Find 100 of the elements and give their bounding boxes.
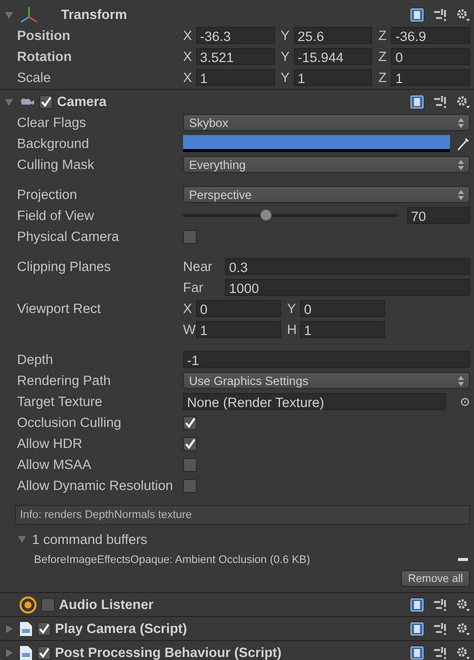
number-field[interactable]: 1 xyxy=(300,321,385,338)
dropdown[interactable]: Perspective xyxy=(183,186,470,203)
property-label: Clear Flags xyxy=(17,115,88,130)
number-field[interactable]: -36.9 xyxy=(391,27,470,44)
remove-icon[interactable] xyxy=(458,558,468,562)
help-icon[interactable] xyxy=(410,8,424,22)
up-down-arrows-icon xyxy=(458,118,464,128)
number-field[interactable]: 0 xyxy=(391,48,470,65)
property-label: Allow HDR xyxy=(17,436,84,451)
slider-thumb[interactable] xyxy=(260,209,272,221)
settings-icon[interactable] xyxy=(456,8,470,22)
number-field[interactable]: -36.3 xyxy=(196,27,275,44)
number-field[interactable]: 1 xyxy=(196,69,275,86)
property-label: Projection xyxy=(17,187,78,202)
checkbox[interactable] xyxy=(183,478,197,492)
settings-icon[interactable] xyxy=(456,622,470,636)
checkbox[interactable] xyxy=(41,598,55,612)
axis-label: X xyxy=(183,28,194,43)
preset-icon[interactable] xyxy=(433,598,447,612)
checkbox[interactable] xyxy=(183,458,197,472)
number-field[interactable]: -15.944 xyxy=(294,48,372,65)
color-field[interactable] xyxy=(183,135,450,152)
settings-icon[interactable] xyxy=(456,646,470,660)
number-field[interactable]: 70 xyxy=(407,207,470,224)
number-field[interactable]: 3.521 xyxy=(196,48,275,65)
axis-label: X xyxy=(183,301,194,316)
number-field[interactable]: 1 xyxy=(196,321,281,338)
dropdown[interactable]: Use Graphics Settings xyxy=(183,372,470,389)
property-label: Clipping Planes xyxy=(17,259,112,274)
property-label: Viewport Rect xyxy=(17,301,102,316)
component-title: Camera xyxy=(57,94,107,109)
property-label: Target Texture xyxy=(17,394,104,409)
up-down-arrows-icon xyxy=(458,376,464,386)
axis-label: X xyxy=(183,49,194,64)
axis-label: Y xyxy=(280,28,291,43)
object-picker-icon[interactable] xyxy=(460,396,470,406)
axis-label: Y xyxy=(280,70,291,85)
checkbox[interactable] xyxy=(183,416,197,430)
number-field[interactable]: -1 xyxy=(183,351,470,368)
preset-icon[interactable] xyxy=(433,646,447,660)
component-header[interactable]: Post Processing Behaviour (Script) xyxy=(0,642,474,660)
axis-label: H xyxy=(287,322,298,337)
help-icon[interactable] xyxy=(410,598,424,612)
field-label: Near xyxy=(183,259,214,274)
preset-icon[interactable] xyxy=(433,94,447,108)
command-buffer-entry: BeforeImageEffectsOpaque: Ambient Occlusion (0.6 KB) xyxy=(34,554,310,566)
axis-label: Z xyxy=(378,49,388,64)
component-header[interactable]: Play Camera (Script) xyxy=(0,618,474,639)
property-label: Field of View xyxy=(17,208,96,223)
number-field[interactable]: 1000 xyxy=(225,279,470,296)
camera-icon xyxy=(19,96,35,108)
remove-all-button[interactable]: Remove all xyxy=(400,570,470,587)
property-label: Rotation xyxy=(17,49,73,64)
property-label: Scale xyxy=(17,70,52,85)
dropdown[interactable]: Everything xyxy=(183,156,470,173)
property-label: Rendering Path xyxy=(17,373,112,388)
component-header[interactable]: Audio Listener xyxy=(0,594,474,615)
dropdown[interactable]: Skybox xyxy=(183,114,470,131)
preset-icon[interactable] xyxy=(433,622,447,636)
preset-icon[interactable] xyxy=(433,8,447,22)
field-label: Far xyxy=(183,280,204,295)
foldout-label[interactable]: 1 command buffers xyxy=(32,532,148,546)
property-label: Culling Mask xyxy=(17,157,96,172)
component-title: Post Processing Behaviour (Script) xyxy=(55,645,282,660)
number-field[interactable]: 0 xyxy=(300,300,385,317)
checkbox[interactable] xyxy=(39,94,53,108)
axis-label: Y xyxy=(280,49,291,64)
help-icon[interactable] xyxy=(410,622,424,636)
checkbox[interactable] xyxy=(183,436,197,450)
script-file-icon xyxy=(19,620,33,636)
axis-label: Z xyxy=(378,70,388,85)
number-field[interactable]: 1 xyxy=(391,69,470,86)
property-label: Allow Dynamic Resolution xyxy=(17,478,174,493)
help-icon[interactable] xyxy=(410,94,424,108)
settings-icon[interactable] xyxy=(456,598,470,612)
component-header[interactable]: Camera xyxy=(0,91,474,112)
speaker-icon xyxy=(19,596,37,614)
property-label: Allow MSAA xyxy=(17,457,92,472)
help-icon[interactable] xyxy=(410,646,424,660)
component-title: Play Camera (Script) xyxy=(55,621,188,636)
property-label: Background xyxy=(17,136,90,151)
checkbox[interactable] xyxy=(37,622,51,636)
settings-icon[interactable] xyxy=(456,94,470,108)
number-field[interactable]: 25.6 xyxy=(294,27,372,44)
checkbox[interactable] xyxy=(37,646,51,660)
component-header[interactable]: Transform xyxy=(0,4,474,25)
property-label: Position xyxy=(17,28,72,43)
component-title: Audio Listener xyxy=(59,597,154,612)
number-field[interactable]: 0 xyxy=(196,300,281,317)
checkbox[interactable] xyxy=(183,230,197,244)
number-field[interactable]: 0.3 xyxy=(225,258,470,275)
property-label: Depth xyxy=(17,352,54,367)
property-label: Physical Camera xyxy=(17,229,120,244)
script-file-icon xyxy=(19,644,33,660)
component-title: Transform xyxy=(61,7,128,22)
eyedropper-icon[interactable] xyxy=(456,136,470,150)
number-field[interactable]: 1 xyxy=(294,69,372,86)
axis-label: X xyxy=(183,70,194,85)
object-field[interactable]: None (Render Texture) xyxy=(183,393,446,410)
up-down-arrows-icon xyxy=(458,160,464,170)
